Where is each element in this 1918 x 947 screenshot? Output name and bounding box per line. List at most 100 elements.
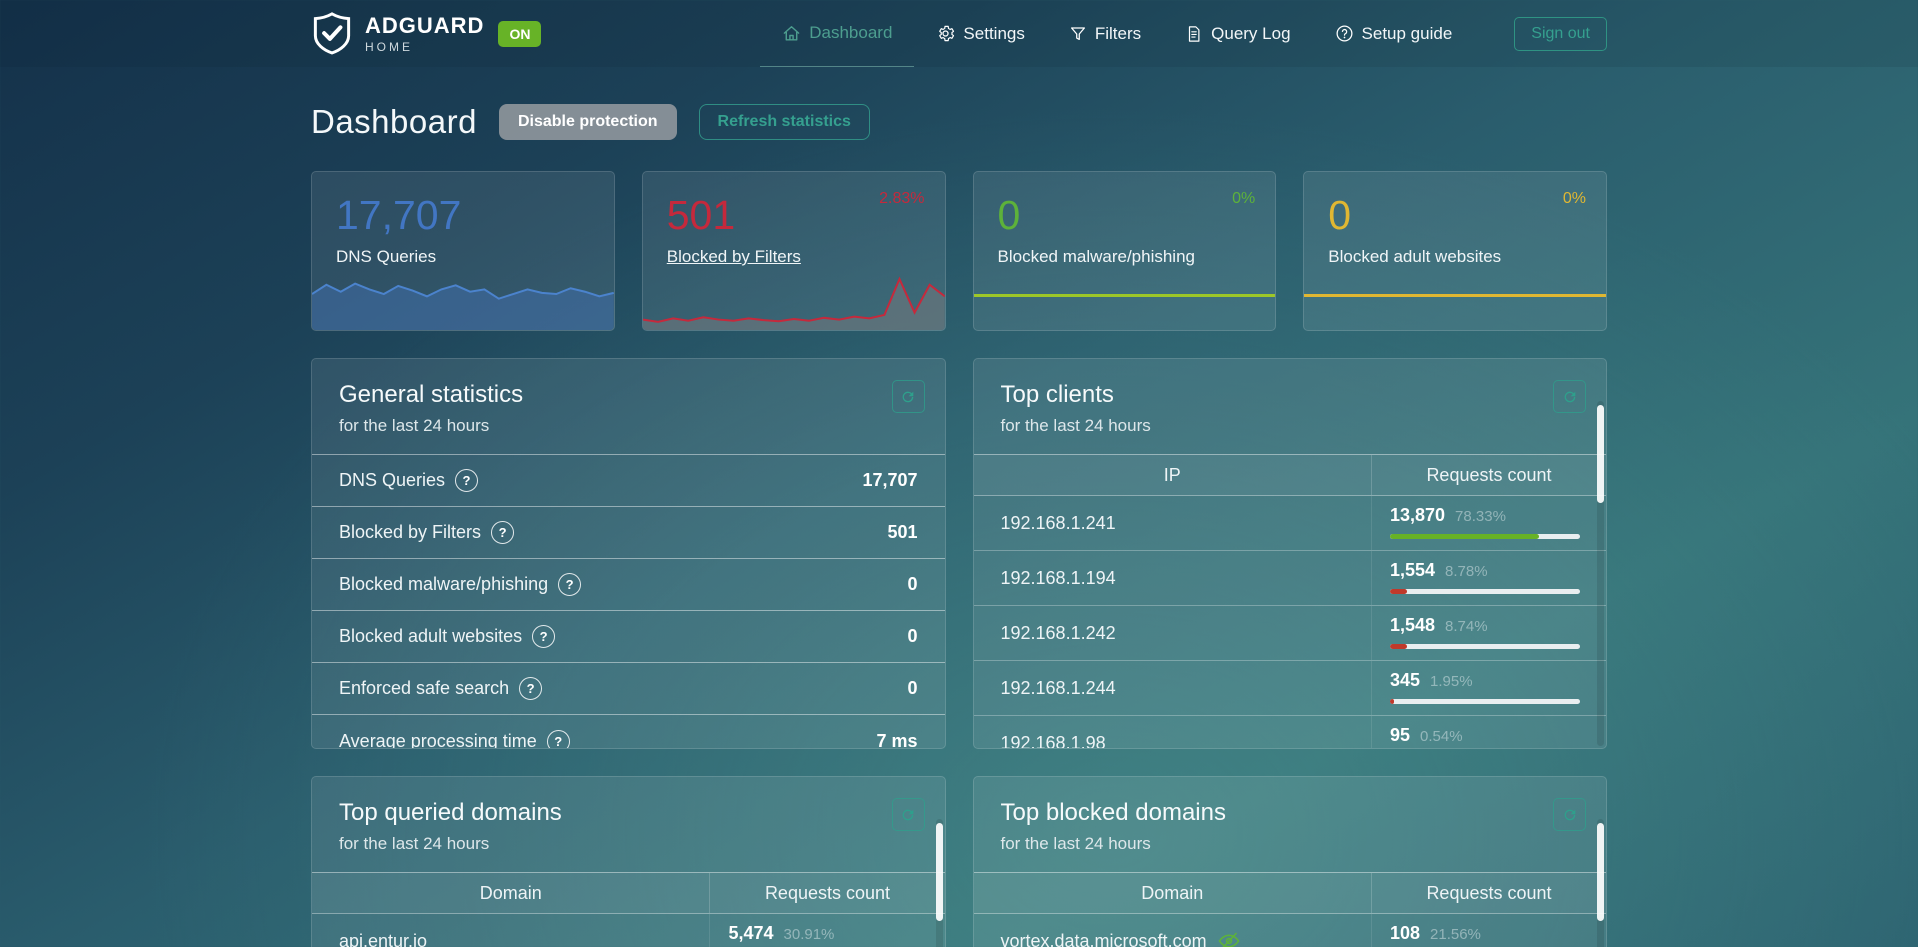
refresh-card-button[interactable]: [1553, 380, 1586, 413]
dns-queries-sparkline: [312, 272, 614, 330]
blocked-adult-label: Blocked adult websites: [1328, 247, 1501, 267]
nav-item-dashboard[interactable]: Dashboard: [760, 0, 914, 67]
nav-label: Filters: [1095, 24, 1141, 44]
statistic-value: 501: [887, 522, 917, 543]
nav-item-settings[interactable]: Settings: [914, 0, 1046, 67]
help-icon[interactable]: ?: [491, 521, 514, 544]
help-icon[interactable]: ?: [455, 469, 478, 492]
blocked-adult-percent: 0%: [1563, 190, 1586, 208]
nav-item-setup-guide[interactable]: Setup guide: [1313, 0, 1475, 67]
nav-label: Settings: [963, 24, 1024, 44]
scrollbar-thumb[interactable]: [936, 823, 943, 921]
nav-label: Setup guide: [1362, 24, 1453, 44]
statistics-row: Blocked malware/phishing ? 0: [312, 559, 945, 611]
card-title: General statistics: [339, 381, 918, 409]
statistic-label: Blocked malware/phishing: [339, 574, 548, 595]
card-title: Top blocked domains: [1001, 799, 1580, 827]
refresh-icon: [900, 389, 916, 405]
domain-name[interactable]: api.entur.io: [339, 931, 427, 947]
blocked-malware-percent: 0%: [1232, 190, 1255, 208]
scrollbar-thumb[interactable]: [1597, 405, 1604, 503]
help-icon[interactable]: ?: [547, 730, 570, 750]
gear-icon: [936, 24, 955, 43]
shield-check-icon: [311, 11, 353, 57]
card-title: Top queried domains: [339, 799, 918, 827]
home-icon: [782, 24, 801, 43]
statistic-label: Average processing time: [339, 731, 537, 750]
statistic-value: 17,707: [862, 470, 917, 491]
client-ip[interactable]: 192.168.1.244: [974, 661, 1372, 715]
general-statistics-card: General statistics for the last 24 hours…: [311, 358, 946, 749]
help-icon[interactable]: ?: [519, 677, 542, 700]
requests-percent: 1.95%: [1430, 673, 1473, 690]
table-row[interactable]: 192.168.1.98 95 0.54%: [974, 716, 1607, 749]
column-header-requests[interactable]: Requests count: [1372, 873, 1606, 913]
refresh-card-button[interactable]: [892, 798, 925, 831]
table-header: IP Requests count: [974, 455, 1607, 496]
table-row[interactable]: 192.168.1.194 1,554 8.78%: [974, 551, 1607, 606]
sign-out-button[interactable]: Sign out: [1514, 17, 1607, 51]
protection-status-badge: ON: [498, 21, 541, 47]
domain-name[interactable]: vortex.data.microsoft.com: [1001, 931, 1207, 947]
statistics-row: DNS Queries ? 17,707: [312, 455, 945, 507]
refresh-card-button[interactable]: [1553, 798, 1586, 831]
column-header-domain[interactable]: Domain: [312, 873, 710, 913]
statistic-label: Blocked by Filters: [339, 522, 481, 543]
client-ip[interactable]: 192.168.1.242: [974, 606, 1372, 660]
refresh-icon: [1562, 807, 1578, 823]
column-header-domain[interactable]: Domain: [974, 873, 1372, 913]
nav-item-filters[interactable]: Filters: [1047, 0, 1163, 67]
column-header-requests[interactable]: Requests count: [1372, 455, 1606, 495]
requests-count: 345: [1390, 670, 1420, 691]
top-queried-domains-card: Top queried domains for the last 24 hour…: [311, 776, 946, 947]
table-row[interactable]: vortex.data.microsoft.com 108 21.56%: [974, 914, 1607, 947]
blocked-adult-flatline: [1304, 294, 1606, 297]
help-icon[interactable]: ?: [532, 625, 555, 648]
brand-name: ADGUARD: [365, 15, 484, 37]
client-ip[interactable]: 192.168.1.241: [974, 496, 1372, 550]
top-clients-card: Top clients for the last 24 hours IP Req…: [973, 358, 1608, 749]
scrollbar-thumb[interactable]: [1597, 823, 1604, 921]
top-blocked-domains-card: Top blocked domains for the last 24 hour…: [973, 776, 1608, 947]
refresh-card-button[interactable]: [892, 380, 925, 413]
requests-count: 95: [1390, 725, 1410, 746]
client-ip[interactable]: 192.168.1.194: [974, 551, 1372, 605]
funnel-icon: [1069, 25, 1087, 43]
requests-count: 13,870: [1390, 505, 1445, 526]
table-row[interactable]: 192.168.1.242 1,548 8.74%: [974, 606, 1607, 661]
eye-off-icon[interactable]: [1217, 929, 1241, 947]
disable-protection-button[interactable]: Disable protection: [499, 104, 677, 140]
nav-menu: Dashboard Settings Filters: [760, 0, 1474, 67]
requests-bar: [1390, 644, 1580, 649]
nav-label: Dashboard: [809, 23, 892, 43]
table-row[interactable]: api.entur.io 5,474 30.91%: [312, 914, 945, 947]
client-ip[interactable]: 192.168.1.98: [974, 716, 1372, 749]
refresh-statistics-button[interactable]: Refresh statistics: [699, 104, 870, 140]
page-header: Dashboard Disable protection Refresh sta…: [311, 103, 1607, 141]
nav-item-query-log[interactable]: Query Log: [1163, 0, 1312, 67]
table-row[interactable]: 192.168.1.241 13,870 78.33%: [974, 496, 1607, 551]
requests-count: 1,554: [1390, 560, 1435, 581]
blocked-filters-percent: 2.83%: [879, 190, 924, 208]
table-row[interactable]: 192.168.1.244 345 1.95%: [974, 661, 1607, 716]
column-header-ip[interactable]: IP: [974, 455, 1372, 495]
statistics-row: Enforced safe search ? 0: [312, 663, 945, 715]
brand-logo[interactable]: ADGUARD HOME: [311, 11, 484, 57]
statistic-label: Enforced safe search: [339, 678, 509, 699]
stat-card-dns-queries: 17,707 DNS Queries: [311, 171, 615, 331]
requests-percent: 30.91%: [784, 926, 835, 943]
question-circle-icon: [1335, 24, 1354, 43]
general-statistics-rows: DNS Queries ? 17,707 Blocked by Filters …: [312, 455, 945, 749]
requests-count: 1,548: [1390, 615, 1435, 636]
requests-percent: 21.56%: [1430, 926, 1481, 943]
blocked-filters-link[interactable]: Blocked by Filters: [667, 247, 801, 267]
card-subtitle: for the last 24 hours: [339, 416, 918, 436]
card-subtitle: for the last 24 hours: [1001, 416, 1580, 436]
requests-percent: 0.54%: [1420, 728, 1463, 745]
statistic-label: DNS Queries: [339, 470, 445, 491]
top-blocked-domains-rows: vortex.data.microsoft.com 108 21.56%: [974, 914, 1607, 947]
stat-card-blocked-adult: 0% 0 Blocked adult websites: [1303, 171, 1607, 331]
help-icon[interactable]: ?: [558, 573, 581, 596]
page-title: Dashboard: [311, 103, 477, 141]
column-header-requests[interactable]: Requests count: [710, 873, 944, 913]
